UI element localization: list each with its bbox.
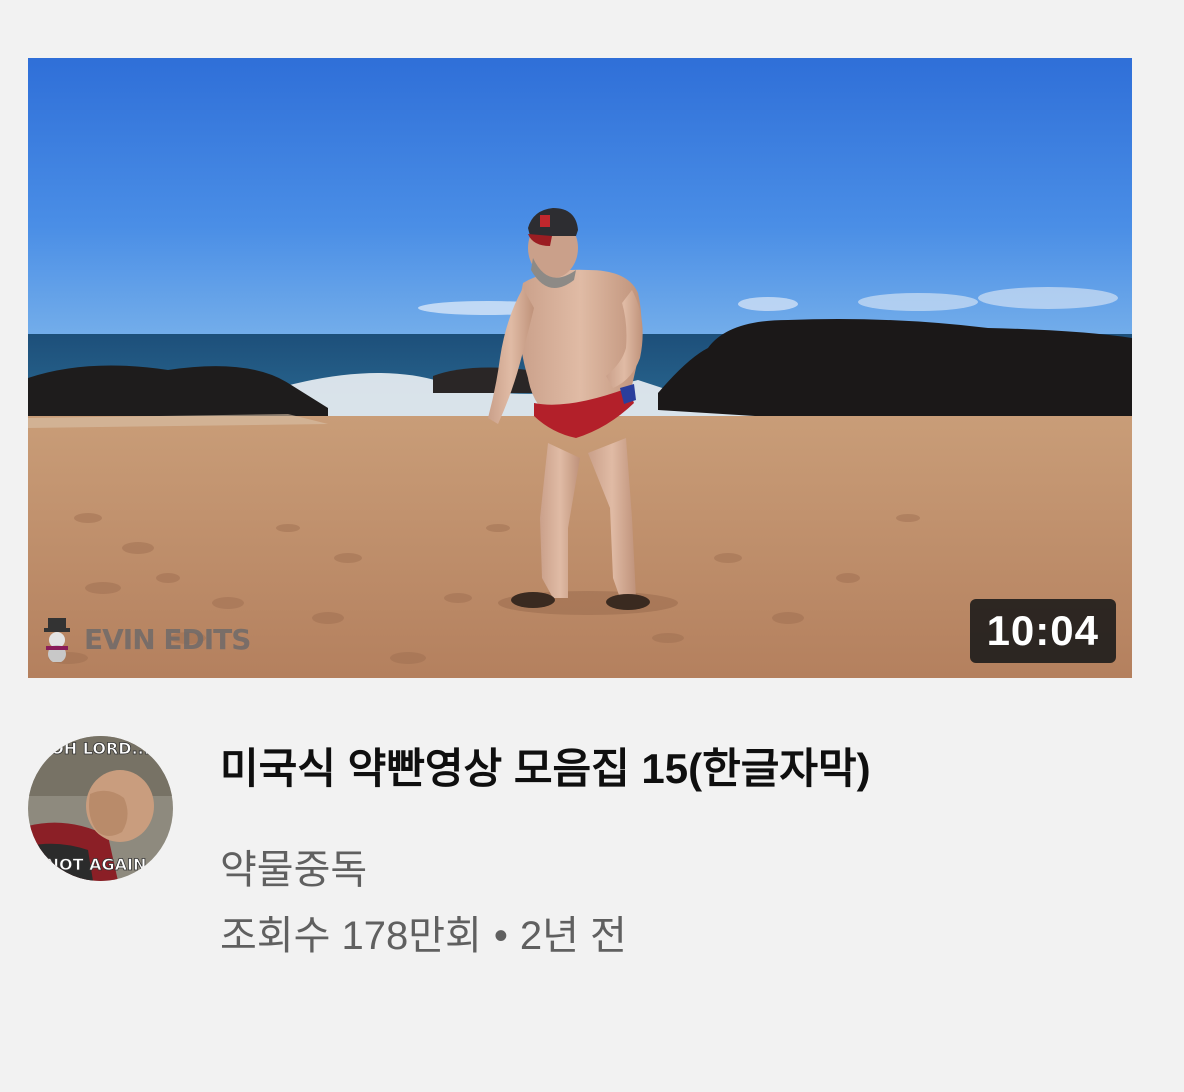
avatar-image: OH LORD... NOT AGAIN	[28, 736, 173, 881]
avatar-bottom-text: NOT AGAIN	[46, 855, 147, 874]
meta-separator: •	[493, 914, 508, 958]
avatar-top-text: OH LORD...	[50, 739, 150, 758]
snowman-hat-icon	[44, 618, 70, 662]
channel-watermark: EVIN EDITS	[40, 614, 251, 664]
upload-age: 2년 전	[519, 914, 627, 958]
watermark-text: EVIN EDITS	[84, 622, 251, 656]
video-title[interactable]: 미국식 약빤영상 모음집 15(한글자막)	[220, 740, 980, 798]
channel-name[interactable]: 약물중독	[220, 842, 1000, 898]
video-metadata: 미국식 약빤영상 모음집 15(한글자막) 약물중독 조회수 178만회 • 2년 …	[220, 740, 1000, 964]
video-duration-badge: 10:04	[969, 599, 1116, 663]
thumbnail-image	[28, 58, 1132, 678]
channel-avatar[interactable]: OH LORD... NOT AGAIN	[28, 736, 173, 881]
video-stats: 조회수 178만회 • 2년 전	[220, 908, 1000, 964]
video-card: EVIN EDITS 10:04 OH LORD... NOT AGAIN 미국…	[0, 0, 1184, 1092]
view-count: 조회수 178만회	[220, 914, 482, 958]
video-thumbnail[interactable]: EVIN EDITS 10:04	[28, 58, 1132, 678]
